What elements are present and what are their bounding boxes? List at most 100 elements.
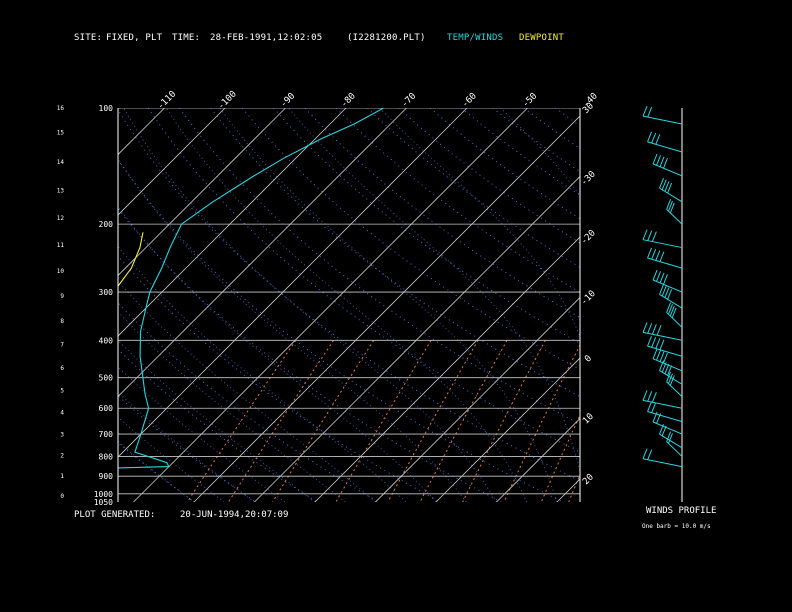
wind-barb-flag: [642, 322, 648, 333]
altitude-tick-label: 10: [57, 268, 65, 275]
pressure-tick-label: 700: [99, 430, 114, 439]
dry-adiabat-line: [210, 108, 580, 398]
isotherm-line: [375, 296, 580, 502]
wind-barb-shaft: [647, 141, 683, 153]
isotherm-line: [133, 108, 528, 502]
wind-barb-shaft: [666, 441, 683, 457]
moist-adiabat-line: [118, 245, 407, 502]
altitude-tick-label: 1: [60, 473, 64, 480]
isotherm-tick-label: -80: [339, 91, 358, 110]
dry-adiabat-line: [118, 302, 379, 502]
altitude-tick-label: 16: [57, 105, 65, 112]
moist-adiabat-line: [379, 108, 580, 338]
altitude-tick-label: 15: [57, 129, 65, 136]
dry-adiabat-line: [743, 108, 792, 502]
wind-barb-flag: [647, 335, 652, 347]
wind-barb-shaft: [659, 293, 683, 309]
mixing-ratio-line: [568, 473, 580, 502]
isotherm-tick-label: 10: [581, 412, 596, 427]
isotherm-line: [0, 108, 44, 502]
pressure-tick-label: 200: [99, 220, 114, 229]
moist-adiabat-line: [288, 108, 580, 474]
wind-barb-flag: [652, 269, 658, 281]
pressure-tick-label: 800: [99, 452, 114, 461]
dry-adiabat-line: [335, 108, 580, 293]
wind-barb-shaft: [652, 358, 683, 372]
wind-barb-flag: [651, 231, 657, 242]
altitude-tick-label: 5: [60, 388, 64, 395]
wind-barb-flag: [661, 179, 667, 190]
isotherm-tick-label: -90: [279, 91, 298, 110]
mixing-ratio-line: [272, 340, 375, 502]
isotherm-tick-label: -100: [216, 89, 238, 111]
moist-adiabat-line: [118, 311, 346, 502]
dry-adiabat-line: [398, 108, 580, 244]
altitude-tick-label: 7: [60, 342, 64, 349]
winds-profile-label: WINDS PROFILE: [646, 506, 717, 516]
wind-barb-flag: [656, 325, 662, 336]
wind-barb-shaft: [642, 331, 683, 341]
dry-adiabat-line: [461, 108, 580, 196]
dry-adiabat-line: [147, 108, 580, 453]
wind-barb-flag: [651, 392, 657, 403]
wind-barb-flag: [659, 156, 665, 167]
wind-barb-shaft: [642, 458, 683, 468]
wind-barb-shaft: [666, 381, 683, 398]
altitude-tick-label: 4: [60, 410, 64, 417]
dry-adiabat-line: [712, 108, 792, 502]
wind-barb-flag: [655, 134, 661, 145]
isotherm-line: [118, 108, 226, 216]
wind-barb-flag: [642, 229, 648, 240]
wind-barb-flag: [647, 323, 653, 334]
moist-adiabat-line: [165, 108, 528, 502]
isotherm-line: [496, 417, 580, 502]
wind-barb-flag: [651, 132, 657, 144]
altitude-tick-label: 13: [57, 187, 65, 194]
isotherm-line: [314, 236, 580, 502]
wind-barb-flag: [663, 158, 668, 169]
isotherm-line: [118, 108, 468, 458]
wind-barb-shaft: [666, 208, 683, 225]
wind-barb-flag: [642, 105, 648, 117]
isotherm-line: [618, 108, 792, 502]
wind-barb-flag: [663, 274, 668, 285]
altitude-tick-label: 9: [60, 293, 64, 300]
temperature-profile-line: [118, 108, 384, 469]
wind-barb-flag: [651, 249, 657, 260]
moist-adiabat-line: [118, 366, 286, 502]
wind-barb-flag: [656, 155, 662, 166]
isotherm-line: [193, 115, 580, 502]
moist-adiabat-line: [500, 108, 580, 197]
dewpoint-profile-line: [118, 232, 144, 337]
altitude-tick-label: 14: [57, 159, 65, 166]
dry-adiabat-line: [118, 255, 441, 502]
dry-adiabat-line: [429, 108, 580, 220]
altitude-tick-label: 11: [57, 242, 65, 249]
wind-barb-shaft: [652, 163, 683, 177]
altitude-tick-label: 8: [60, 318, 64, 325]
pressure-tick-label: 1050: [94, 498, 113, 507]
barb-note: One barb = 10.0 m/s: [642, 523, 711, 530]
wind-barb-flag: [647, 106, 653, 118]
wind-barb-flag: [647, 247, 652, 259]
altitude-tick-label: 6: [60, 365, 64, 372]
isotherm-tick-label: -110: [156, 89, 178, 111]
wind-barb-flag: [659, 251, 665, 262]
wind-barb-shaft: [652, 421, 683, 435]
dry-adiabat-line: [118, 442, 195, 502]
altitude-tick-label: 2: [60, 452, 64, 459]
wind-barb-flag: [659, 272, 665, 284]
isotherm-tick-label: -60: [460, 91, 479, 110]
wind-barb-flag: [659, 284, 664, 295]
dry-adiabat-line: [775, 108, 792, 502]
moist-adiabat-line: [118, 391, 255, 502]
wind-barb-flag: [667, 182, 673, 194]
altitude-tick-label: 12: [57, 215, 65, 222]
mixing-ratio-line: [228, 340, 334, 502]
wind-barb-flag: [642, 390, 648, 401]
isotherm-tick-label: -70: [400, 91, 419, 110]
wind-barb-flag: [647, 391, 653, 402]
dry-adiabat-line: [681, 108, 792, 502]
pressure-tick-label: 400: [99, 336, 114, 345]
wind-barb-flag: [664, 363, 670, 375]
